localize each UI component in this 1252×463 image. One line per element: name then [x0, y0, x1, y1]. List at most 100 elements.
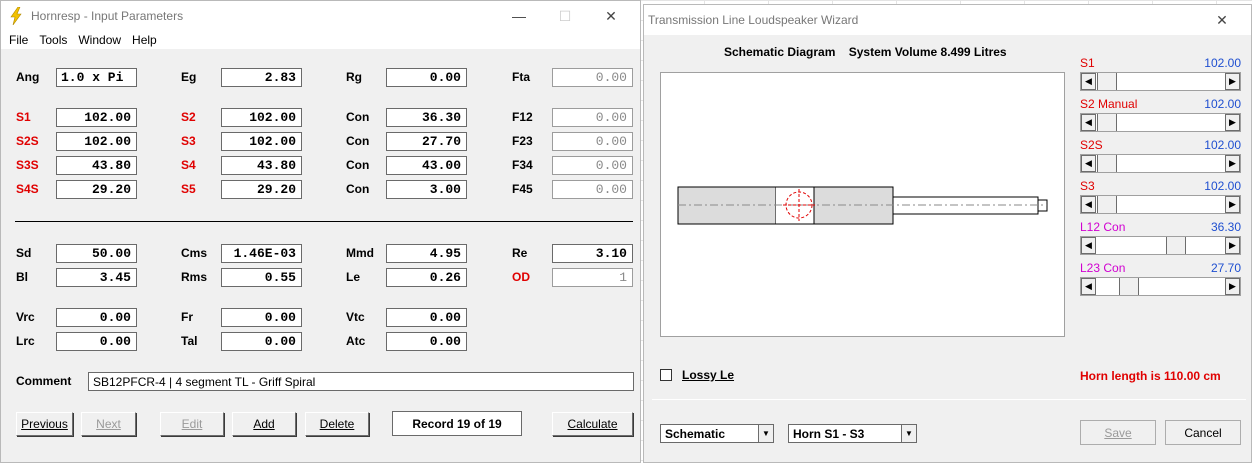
- horn-length: Horn length is 110.00 cm: [1080, 369, 1221, 383]
- edit-button[interactable]: Edit: [160, 412, 224, 436]
- slider-thumb[interactable]: [1097, 196, 1117, 213]
- param-field-con-4[interactable]: 3.00: [386, 180, 467, 199]
- param-field-s2s[interactable]: 102.00: [56, 132, 137, 151]
- param-field-eg[interactable]: 2.83: [221, 68, 302, 87]
- scroll-left-icon[interactable]: ◀: [1081, 155, 1096, 172]
- scroll-right-icon[interactable]: ▶: [1225, 155, 1240, 172]
- comment-field[interactable]: SB12PFCR-4 | 4 segment TL - Griff Spiral: [88, 372, 634, 391]
- delete-button[interactable]: Delete: [305, 412, 369, 436]
- param-field-s2[interactable]: 102.00: [221, 108, 302, 127]
- param-label-od: OD: [512, 270, 530, 284]
- slider-thumb[interactable]: [1166, 237, 1186, 254]
- scroll-right-icon[interactable]: ▶: [1225, 237, 1240, 254]
- param-label-f23: F23: [512, 134, 533, 148]
- param-field-tal[interactable]: 0.00: [221, 332, 302, 351]
- param-field-vrc[interactable]: 0.00: [56, 308, 137, 327]
- param-field-f12[interactable]: 0.00: [552, 108, 633, 127]
- schematic-svg: [677, 186, 1048, 225]
- scroll-right-icon[interactable]: ▶: [1225, 278, 1240, 295]
- param-field-f45[interactable]: 0.00: [552, 180, 633, 199]
- param-field-od[interactable]: 1: [552, 268, 633, 287]
- slider-s2[interactable]: ◀ ▶: [1080, 113, 1241, 132]
- param-field-atc[interactable]: 0.00: [386, 332, 467, 351]
- slider-thumb[interactable]: [1097, 73, 1117, 90]
- param-label-f34: F34: [512, 158, 533, 172]
- maximize-icon[interactable]: ☐: [542, 1, 588, 31]
- scroll-left-icon[interactable]: ◀: [1081, 196, 1096, 213]
- param-label-vrc: Vrc: [16, 310, 35, 324]
- scroll-right-icon[interactable]: ▶: [1225, 73, 1240, 90]
- slider-label-s1: S1: [1080, 56, 1095, 70]
- cancel-button[interactable]: Cancel: [1165, 420, 1241, 445]
- calculate-button[interactable]: Calculate: [552, 412, 633, 436]
- chevron-down-icon[interactable]: ▼: [758, 425, 773, 442]
- param-label-f12: F12: [512, 110, 533, 124]
- param-field-bl[interactable]: 3.45: [56, 268, 137, 287]
- menu-tools[interactable]: Tools: [39, 33, 67, 47]
- scroll-left-icon[interactable]: ◀: [1081, 278, 1096, 295]
- slider-thumb[interactable]: [1097, 155, 1117, 172]
- add-button[interactable]: Add: [232, 412, 296, 436]
- previous-button[interactable]: Previous: [16, 412, 73, 436]
- param-field-lrc[interactable]: 0.00: [56, 332, 137, 351]
- param-field-fta[interactable]: 0.00: [552, 68, 633, 87]
- param-field-mmd[interactable]: 4.95: [386, 244, 467, 263]
- slider-s3[interactable]: ◀ ▶: [1080, 195, 1241, 214]
- param-field-cms[interactable]: 1.46E-03: [221, 244, 302, 263]
- param-field-ang[interactable]: 1.0 x Pi: [56, 68, 137, 87]
- slider-s2s[interactable]: ◀ ▶: [1080, 154, 1241, 173]
- window-title: Hornresp - Input Parameters: [31, 9, 184, 23]
- param-field-s3[interactable]: 102.00: [221, 132, 302, 151]
- lossy-le-checkbox[interactable]: [660, 369, 672, 381]
- scroll-left-icon[interactable]: ◀: [1081, 114, 1096, 131]
- lossy-le-label[interactable]: Lossy Le: [682, 368, 734, 382]
- param-field-f23[interactable]: 0.00: [552, 132, 633, 151]
- scroll-right-icon[interactable]: ▶: [1225, 114, 1240, 131]
- menu-window[interactable]: Window: [78, 33, 121, 47]
- param-field-re[interactable]: 3.10: [552, 244, 633, 263]
- wizard-close-icon[interactable]: ✕: [1199, 5, 1245, 35]
- param-field-fr[interactable]: 0.00: [221, 308, 302, 327]
- param-field-rg[interactable]: 0.00: [386, 68, 467, 87]
- next-button[interactable]: Next: [81, 412, 136, 436]
- scroll-left-icon[interactable]: ◀: [1081, 73, 1096, 90]
- param-field-con-2[interactable]: 27.70: [386, 132, 467, 151]
- param-field-sd[interactable]: 50.00: [56, 244, 137, 263]
- param-field-s3s[interactable]: 43.80: [56, 156, 137, 175]
- slider-thumb[interactable]: [1097, 114, 1117, 131]
- minimize-icon[interactable]: —: [496, 1, 542, 31]
- menu-help[interactable]: Help: [132, 33, 157, 47]
- menu-file[interactable]: File: [9, 33, 28, 47]
- param-field-s5[interactable]: 29.20: [221, 180, 302, 199]
- param-field-con-1[interactable]: 36.30: [386, 108, 467, 127]
- slider-s1[interactable]: ◀ ▶: [1080, 72, 1241, 91]
- slider-thumb[interactable]: [1119, 278, 1139, 295]
- param-field-le[interactable]: 0.26: [386, 268, 467, 287]
- param-field-s4s[interactable]: 29.20: [56, 180, 137, 199]
- param-field-f34[interactable]: 0.00: [552, 156, 633, 175]
- wizard-title-bar[interactable]: Transmission Line Loudspeaker Wizard ✕: [644, 5, 1251, 35]
- slider-l23-con[interactable]: ◀ ▶: [1080, 277, 1241, 296]
- close-icon[interactable]: ✕: [588, 1, 634, 31]
- scroll-left-icon[interactable]: ◀: [1081, 237, 1096, 254]
- tl-wizard-window: Transmission Line Loudspeaker Wizard ✕ S…: [643, 4, 1252, 463]
- param-label-atc: Atc: [346, 334, 366, 348]
- param-label-s5: S5: [181, 182, 196, 196]
- param-label-s3s: S3S: [16, 158, 39, 172]
- param-label-s1: S1: [16, 110, 31, 124]
- title-bar[interactable]: Hornresp - Input Parameters — ☐ ✕: [1, 1, 640, 31]
- param-field-s4[interactable]: 43.80: [221, 156, 302, 175]
- param-field-rms[interactable]: 0.55: [221, 268, 302, 287]
- param-field-s1[interactable]: 102.00: [56, 108, 137, 127]
- segment-select[interactable]: Horn S1 - S3 ▼: [788, 424, 917, 443]
- view-select-value: Schematic: [665, 427, 726, 441]
- chevron-down-icon[interactable]: ▼: [901, 425, 916, 442]
- param-field-vtc[interactable]: 0.00: [386, 308, 467, 327]
- slider-l12-con[interactable]: ◀ ▶: [1080, 236, 1241, 255]
- param-field-con-3[interactable]: 43.00: [386, 156, 467, 175]
- view-select[interactable]: Schematic ▼: [660, 424, 774, 443]
- lightning-bolt-icon: [10, 7, 22, 25]
- save-button[interactable]: Save: [1080, 420, 1156, 445]
- param-label-s2s: S2S: [16, 134, 39, 148]
- scroll-right-icon[interactable]: ▶: [1225, 196, 1240, 213]
